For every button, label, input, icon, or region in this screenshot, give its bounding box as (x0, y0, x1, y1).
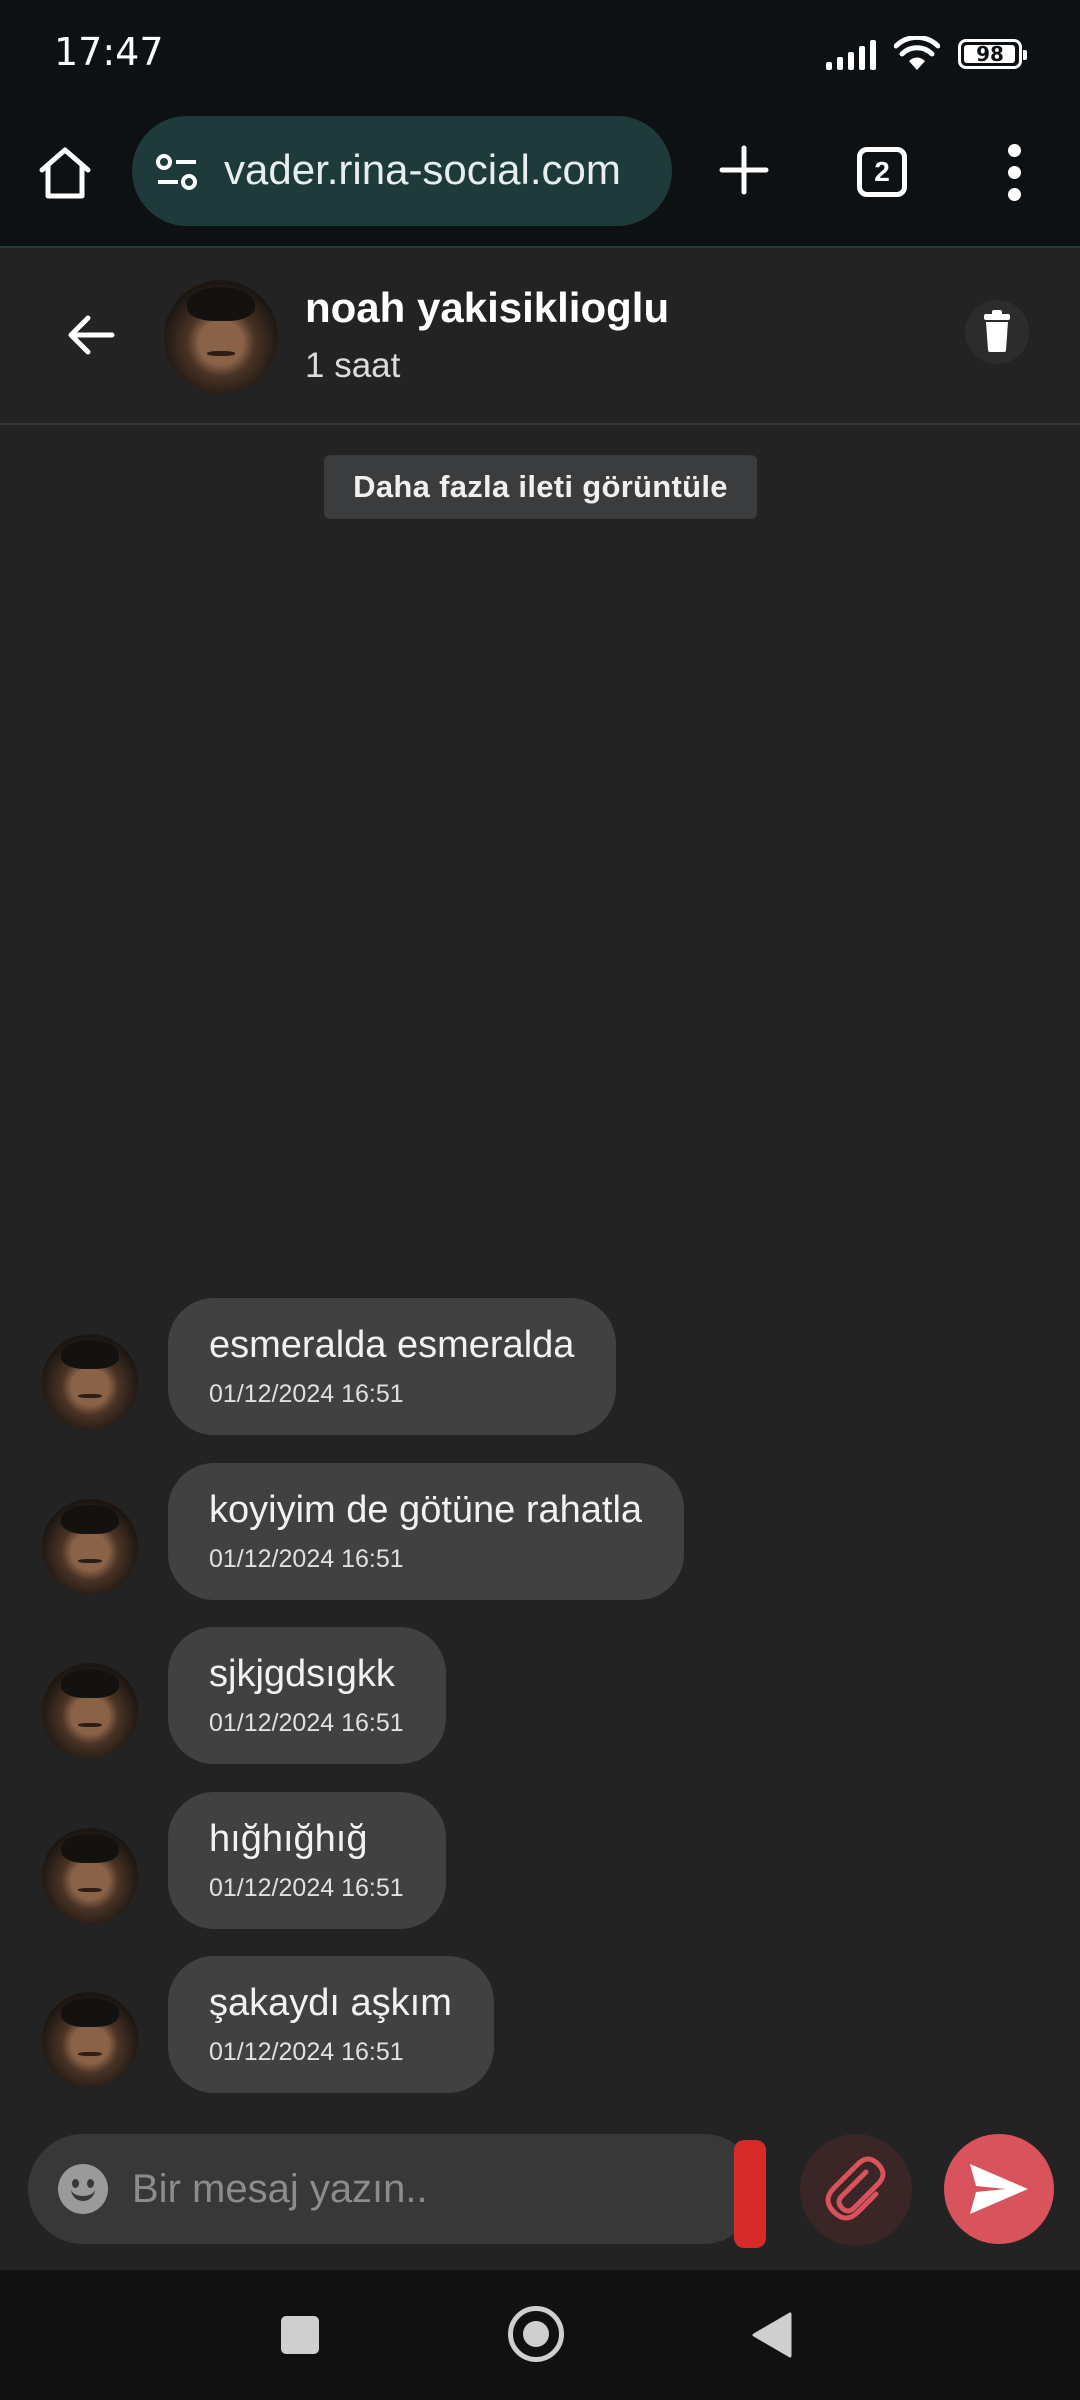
home-icon[interactable] (34, 142, 96, 204)
sender-avatar[interactable] (42, 1663, 138, 1759)
contact-avatar[interactable] (164, 280, 278, 394)
message-bubble[interactable]: hığhığhığ 01/12/2024 16:51 (168, 1792, 446, 1929)
address-bar[interactable]: vader.rina-social.com (132, 116, 672, 226)
browser-toolbar: vader.rina-social.com 2 (0, 108, 1080, 248)
battery-level: 98 (976, 42, 1004, 66)
message-time: 01/12/2024 16:51 (209, 1380, 404, 1408)
message-text: hığhığhığ (209, 1818, 368, 1860)
send-icon (970, 2164, 1028, 2214)
signal-icon (826, 38, 876, 70)
message-input-wrap (28, 2134, 758, 2244)
sender-avatar[interactable] (42, 1334, 138, 1430)
message-bubble[interactable]: koyiyim de götüne rahatla 01/12/2024 16:… (168, 1463, 685, 1600)
back-arrow-icon[interactable] (64, 308, 118, 362)
send-button[interactable] (944, 2134, 1054, 2244)
tabs-icon[interactable]: 2 (857, 147, 907, 197)
chat-header: noah yakisiklioglu 1 saat (0, 250, 1080, 425)
load-more-button[interactable]: Daha fazla ileti görüntüle (324, 455, 757, 519)
message-composer (0, 2130, 1080, 2270)
sender-avatar[interactable] (42, 1992, 138, 2088)
message-row: koyiyim de götüne rahatla 01/12/2024 16:… (0, 1463, 1080, 1603)
message-bubble[interactable]: esmeralda esmeralda 01/12/2024 16:51 (168, 1298, 617, 1435)
message-row: esmeralda esmeralda 01/12/2024 16:51 (0, 1298, 1080, 1438)
delete-chat-button[interactable] (965, 300, 1029, 364)
status-bar: 17:47 98 (0, 0, 1080, 108)
sender-avatar[interactable] (42, 1828, 138, 1924)
more-menu-icon[interactable] (998, 144, 1032, 202)
emoji-icon[interactable] (58, 2164, 108, 2214)
attach-button[interactable] (800, 2134, 912, 2246)
back-icon[interactable] (750, 2312, 792, 2358)
url-text: vader.rina-social.com (224, 146, 621, 193)
message-text: şakaydı aşkım (209, 1982, 452, 2024)
battery-icon: 98 (958, 39, 1027, 69)
sender-avatar[interactable] (42, 1499, 138, 1595)
message-time: 01/12/2024 16:51 (209, 1874, 404, 1902)
home-button-icon[interactable] (508, 2306, 564, 2362)
recents-icon[interactable] (281, 2316, 319, 2354)
wifi-icon (894, 36, 940, 70)
status-time: 17:47 (54, 30, 164, 74)
input-marker (734, 2140, 766, 2248)
message-text: esmeralda esmeralda (209, 1324, 575, 1366)
paperclip-icon (825, 2156, 886, 2221)
site-settings-icon[interactable] (154, 150, 200, 196)
message-input[interactable] (132, 2158, 732, 2220)
contact-last-seen: 1 saat (305, 346, 401, 385)
message-row: hığhığhığ 01/12/2024 16:51 (0, 1792, 1080, 1932)
contact-name: noah yakisiklioglu (305, 284, 670, 331)
status-icons: 98 (826, 36, 1027, 72)
message-bubble[interactable]: şakaydı aşkım 01/12/2024 16:51 (168, 1956, 494, 2093)
message-time: 01/12/2024 16:51 (209, 2038, 404, 2066)
system-nav-bar (0, 2270, 1080, 2400)
message-text: sjkjgdsıgkk (209, 1653, 395, 1695)
message-bubble[interactable]: sjkjgdsıgkk 01/12/2024 16:51 (168, 1627, 446, 1764)
message-row: şakaydı aşkım 01/12/2024 16:51 (0, 1956, 1080, 2096)
message-row: sjkjgdsıgkk 01/12/2024 16:51 (0, 1627, 1080, 1767)
message-text: koyiyim de götüne rahatla (209, 1489, 643, 1531)
trash-icon (984, 310, 1010, 352)
new-tab-icon[interactable] (716, 142, 772, 198)
message-time: 01/12/2024 16:51 (209, 1709, 404, 1737)
message-time: 01/12/2024 16:51 (209, 1545, 404, 1573)
